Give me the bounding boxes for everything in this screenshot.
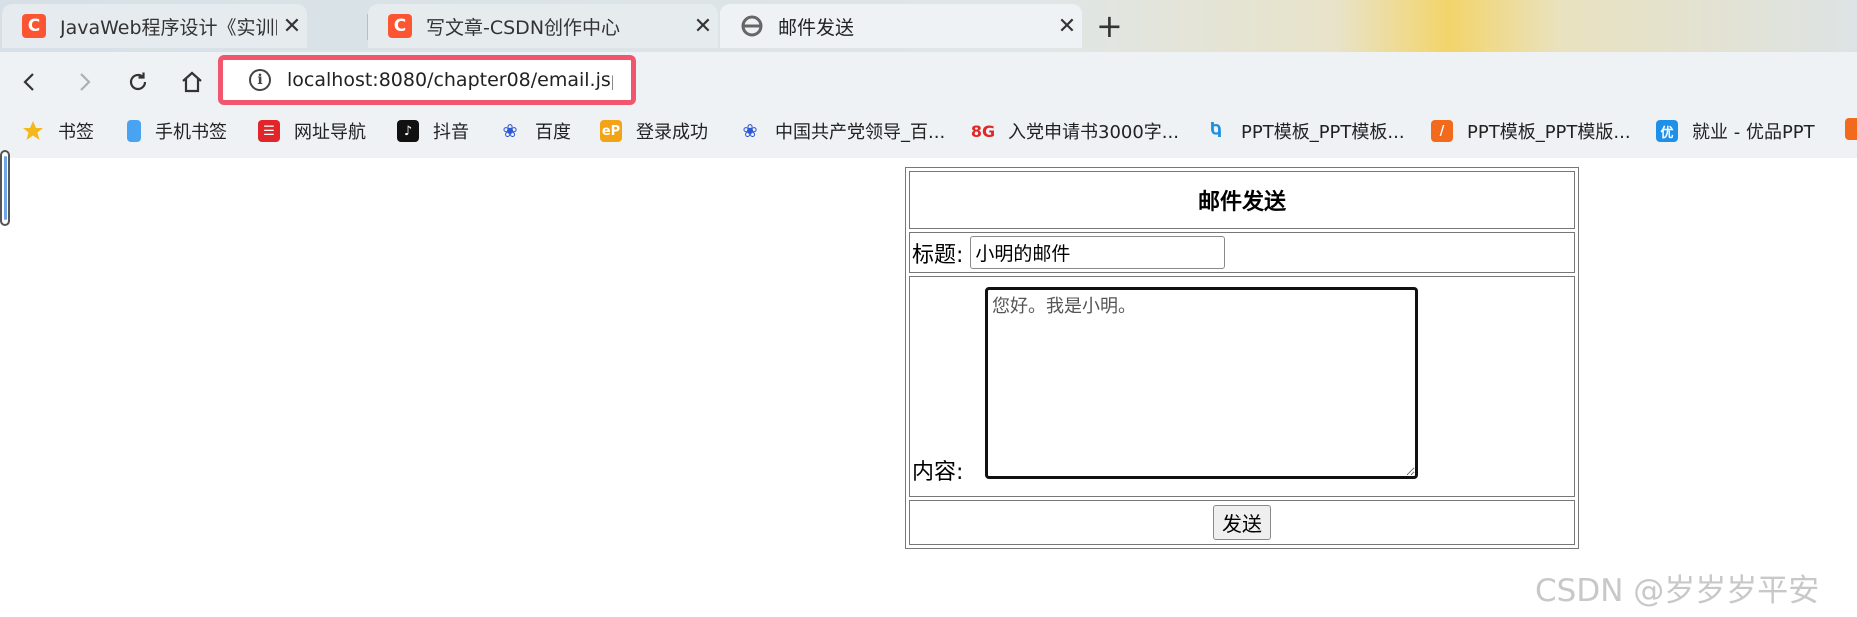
subject-row: 标题: [909,232,1575,273]
tab-title: 邮件发送 [778,16,855,39]
bookmark-item[interactable]: 书签 [22,118,94,144]
nav-icon: ☰ [258,120,280,142]
tab-strip: C JavaWeb程序设计《实训四（EL和 ✕ C 写文章-CSDN创作中心 ✕… [0,0,1857,52]
phone-icon [127,120,141,142]
bookmarks-bar: 书签 手机书签 ☰ 网址导航 ♪ 抖音 ❀ 百度 eP 登录成功 ❀ 中国共产党… [0,114,1857,152]
subject-label: 标题: [912,242,964,268]
tab-csdn-editor[interactable]: C 写文章-CSDN创作中心 ✕ [368,4,718,48]
ie-icon [740,14,764,38]
submit-row: 发送 [909,500,1575,545]
new-tab-button[interactable]: + [1096,7,1123,45]
bookmark-label: PPT模板_PPT模版... [1467,122,1631,143]
bookmark-label: 百度 [535,122,571,143]
tab-javaweb[interactable]: C JavaWeb程序设计《实训四（EL和 ✕ [2,4,307,48]
subject-input[interactable] [970,236,1226,269]
baidu-icon: ❀ [502,120,518,142]
bookmark-item[interactable]: ♪ 抖音 [397,118,469,144]
tab-title: JavaWeb程序设计《实训四（EL和 [60,16,277,39]
bookmark-label: 中国共产党领导_百... [775,122,946,143]
csdn-icon: C [388,14,412,38]
ppt-orange-icon: / [1431,120,1453,142]
forward-button[interactable] [64,62,104,102]
browser-toolbar: i 书签 手机书签 ☰ 网址导航 ♪ 抖音 ❀ 百度 eP 登录成功 [0,52,1857,158]
content-textarea[interactable]: 您好。我是小明。 [985,287,1418,479]
url-input[interactable] [285,68,615,92]
bookmark-label: PPT模板_PPT模板... [1241,122,1405,143]
star-icon [22,120,44,142]
bookmark-label: 网址导航 [294,122,366,143]
close-icon[interactable]: ✕ [688,14,718,39]
watermark: CSDN @岁岁岁平安 [1535,573,1820,609]
home-button[interactable] [172,62,212,102]
ppt-orange-icon [1845,118,1857,140]
tab-email[interactable]: 邮件发送 ✕ [720,4,1082,48]
send-button[interactable]: 发送 [1213,505,1271,540]
bookmark-label: 手机书签 [155,122,227,143]
bookmark-item[interactable]: eP 登录成功 [600,118,708,144]
bookmark-label: 就业 - 优品PPT [1692,122,1815,143]
bookmark-item[interactable]: / PPT模板_PPT模版... [1431,118,1631,144]
scroll-indicator[interactable] [0,150,10,226]
bookmark-item[interactable]: 手机书签 [123,118,227,144]
info-icon[interactable]: i [249,69,271,91]
csdn-icon: C [22,14,46,38]
address-bar[interactable]: i [218,55,636,105]
ep-icon: eP [600,120,622,142]
reload-icon [129,72,147,91]
reload-button[interactable] [118,62,158,102]
back-button[interactable] [10,62,50,102]
bookmark-item[interactable]: 8G 入党申请书3000字... [970,118,1179,144]
ppt-icon: Ⴉ [1210,120,1222,142]
douyin-icon: ♪ [397,120,419,142]
email-form-table: 邮件发送 标题: 内容: 您好。我是小明。 发送 [905,167,1579,549]
chevron-left-icon [23,73,34,91]
home-icon [182,71,202,93]
bookmark-label: 抖音 [433,122,469,143]
bookmark-label: 入党申请书3000字... [1008,122,1179,143]
baidu-icon: ❀ [742,120,758,142]
form-heading: 邮件发送 [909,171,1575,229]
bookmark-label: 书签 [58,122,94,143]
bookmark-item[interactable]: ☰ 网址导航 [258,118,366,144]
youpin-icon: 优 [1656,120,1678,142]
chevron-right-icon [80,73,91,91]
content-label: 内容: [912,460,964,485]
bookmark-overflow[interactable] [1845,118,1857,140]
bookmark-item[interactable]: Ⴉ PPT模板_PPT模板... [1205,118,1405,144]
bookmark-label: 登录成功 [636,122,708,143]
content-row: 内容: 您好。我是小明。 [909,276,1575,497]
tab-title: 写文章-CSDN创作中心 [426,16,621,39]
bookmark-item[interactable]: ❀ 百度 [499,118,571,144]
8g-icon: 8G [970,121,996,141]
bookmark-item[interactable]: 优 就业 - 优品PPT [1656,118,1815,144]
close-icon[interactable]: ✕ [1052,14,1082,39]
bookmark-item[interactable]: ❀ 中国共产党领导_百... [739,118,945,144]
close-icon[interactable]: ✕ [277,14,307,39]
